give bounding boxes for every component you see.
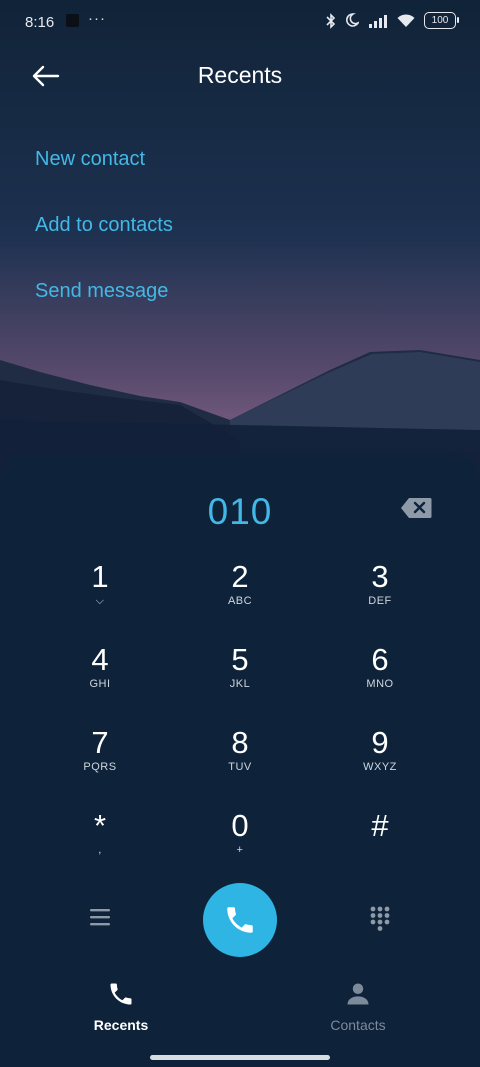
status-bar: 8:16 ··· 100 — [0, 0, 480, 46]
dial-key-1[interactable]: 1 ⌵ — [30, 559, 170, 642]
home-indicator[interactable] — [150, 1055, 330, 1060]
menu-icon[interactable] — [88, 907, 112, 927]
tab-contacts-label: Contacts — [330, 1017, 386, 1033]
dial-key-6[interactable]: 6 MNO — [310, 642, 450, 725]
dial-key-hash[interactable]: # — [310, 808, 450, 891]
dial-key-0[interactable]: 0 + — [170, 808, 310, 891]
dialer-actions — [0, 883, 480, 959]
notification-icon — [66, 14, 79, 27]
call-button[interactable] — [203, 883, 277, 957]
dial-key-8[interactable]: 8 TUV — [170, 725, 310, 808]
dial-key-3[interactable]: 3 DEF — [310, 559, 450, 642]
tab-recents-label: Recents — [93, 1017, 149, 1033]
dialer-panel: 010 1 ⌵ 2 ABC 3 DEF 4 GHI 5 JKL 6 MNO 7 PQRS 8T… — [0, 453, 480, 1067]
tab-recents[interactable]: Recents — [61, 980, 181, 1033]
dial-key-star[interactable]: *, — [30, 808, 170, 891]
dial-key-9[interactable]: 9 WXYZ — [310, 725, 450, 808]
phone-icon — [227, 907, 253, 933]
backspace-icon[interactable] — [400, 497, 432, 519]
person-icon — [347, 983, 369, 1005]
add-to-contacts-link[interactable]: Add to contacts — [35, 212, 173, 278]
signal-icon — [369, 14, 387, 28]
bottom-tab-bar: Recents Contacts — [0, 980, 480, 1040]
new-contact-link[interactable]: New contact — [35, 146, 173, 212]
keypad-icon[interactable] — [369, 905, 391, 931]
dial-key-5[interactable]: 5 JKL — [170, 642, 310, 725]
tab-contacts[interactable]: Contacts — [298, 980, 418, 1033]
dial-key-4[interactable]: 4 GHI — [30, 642, 170, 725]
action-list: New contact Add to contacts Send message — [35, 146, 173, 344]
dial-keypad: 1 ⌵ 2 ABC 3 DEF 4 GHI 5 JKL 6 MNO 7 PQRS 8 TUV 9… — [30, 559, 450, 891]
battery-icon: 100 — [424, 12, 459, 29]
wifi-icon — [397, 13, 415, 27]
dial-key-2[interactable]: 2 ABC — [170, 559, 310, 642]
page-title: Recents — [197, 62, 283, 88]
do-not-disturb-moon-icon — [346, 13, 359, 27]
dial-key-7[interactable]: 7 PQRS — [30, 725, 170, 808]
more-notifications-icon: ··· — [88, 10, 106, 27]
status-time: 8:16 — [25, 14, 55, 31]
bluetooth-icon — [326, 12, 336, 29]
send-message-link[interactable]: Send message — [35, 278, 173, 344]
voicemail-icon: ⌵ — [95, 595, 105, 607]
phone-tab-icon — [110, 983, 132, 1005]
